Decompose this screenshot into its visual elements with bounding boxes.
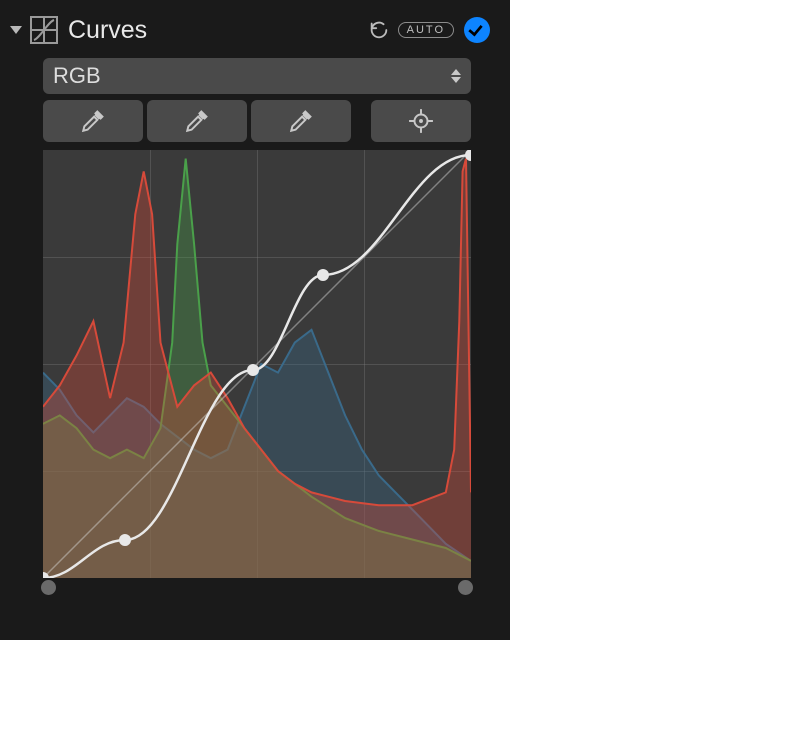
curve-control-point[interactable]	[119, 534, 131, 546]
curves-graph[interactable]	[43, 150, 471, 578]
curves-header: Curves AUTO	[10, 10, 490, 50]
curves-panel: Curves AUTO RGB	[0, 0, 510, 640]
curve-control-point[interactable]	[465, 150, 471, 161]
black-point-slider[interactable]	[41, 580, 56, 595]
eyedropper-icon	[184, 108, 210, 134]
add-point-button[interactable]	[371, 100, 471, 142]
curve-control-point[interactable]	[317, 269, 329, 281]
channel-select[interactable]: RGB	[43, 58, 471, 94]
black-point-button[interactable]	[43, 100, 143, 142]
eyedropper-icon	[288, 108, 314, 134]
white-point-button[interactable]	[251, 100, 351, 142]
disclosure-triangle-icon[interactable]	[10, 26, 22, 34]
panel-title: Curves	[68, 16, 368, 45]
curve-svg	[43, 150, 471, 578]
eyedropper-icon	[80, 108, 106, 134]
curve-control-point[interactable]	[247, 364, 259, 376]
reset-icon[interactable]	[368, 19, 390, 41]
eyedropper-tool-row	[43, 100, 471, 142]
gray-point-button[interactable]	[147, 100, 247, 142]
chevron-up-down-icon	[451, 69, 461, 83]
channel-select-value: RGB	[53, 63, 101, 89]
auto-button[interactable]: AUTO	[398, 22, 454, 38]
curves-icon	[30, 16, 58, 44]
white-point-slider[interactable]	[458, 580, 473, 595]
enabled-checkmark-icon[interactable]	[464, 17, 490, 43]
target-icon	[408, 108, 434, 134]
